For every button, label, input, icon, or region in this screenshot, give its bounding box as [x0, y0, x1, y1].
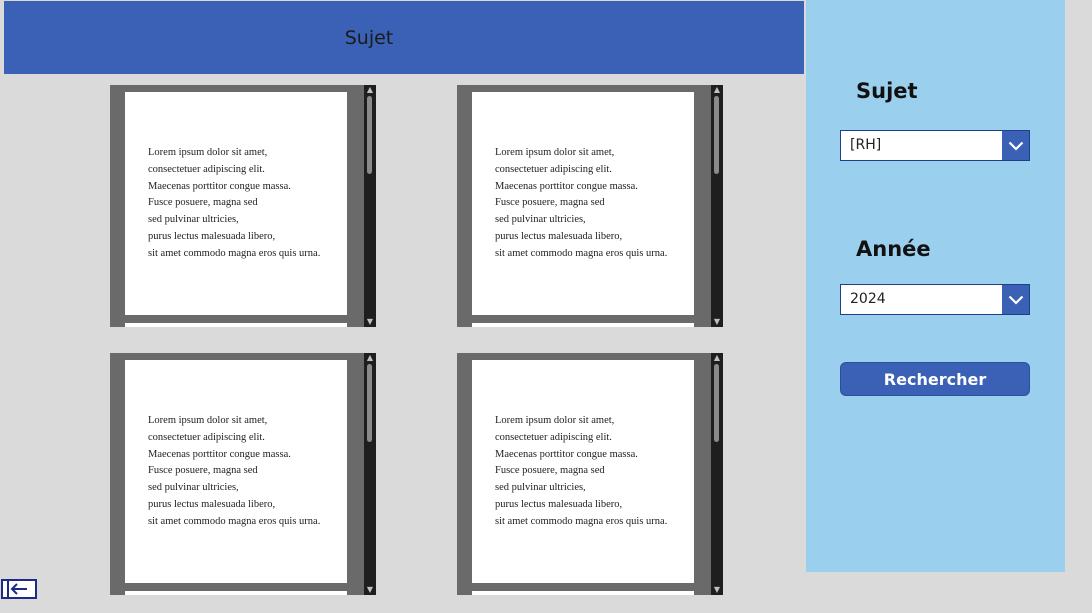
document-text-line: Fusce posuere, magna sed: [148, 197, 258, 209]
back-button[interactable]: [1, 579, 37, 599]
year-label: Année: [856, 237, 931, 261]
chevron-down-icon[interactable]: [1002, 285, 1029, 314]
document-text: Lorem ipsum dolor sit amet, consectetuer…: [148, 145, 320, 263]
document-text-line: consectetuer adipiscing elit.: [495, 431, 612, 443]
scroll-thumb[interactable]: [367, 364, 372, 442]
document-viewer[interactable]: Lorem ipsum dolor sit amet, consectetuer…: [110, 353, 376, 595]
scroll-thumb[interactable]: [714, 96, 719, 174]
document-viewer[interactable]: Lorem ipsum dolor sit amet, consectetuer…: [457, 85, 723, 327]
document-text-line: Maecenas porttitor congue massa.: [148, 448, 291, 460]
document-text-line: Maecenas porttitor congue massa.: [148, 180, 291, 192]
scroll-thumb[interactable]: [367, 96, 372, 174]
vertical-scrollbar[interactable]: ▲ ▼: [364, 85, 376, 327]
document-text: Lorem ipsum dolor sit amet, consectetuer…: [495, 145, 667, 263]
document-text-line: purus lectus malesuada libero,: [148, 498, 276, 510]
document-viewer[interactable]: Lorem ipsum dolor sit amet, consectetuer…: [457, 353, 723, 595]
vertical-scrollbar[interactable]: ▲ ▼: [711, 85, 723, 327]
next-page-edge: [125, 591, 347, 595]
document-text-line: sed pulvinar ultricies,: [495, 214, 586, 226]
document-text-line: Maecenas porttitor congue massa.: [495, 448, 638, 460]
document-text-line: sit amet commodo magna eros quis urna.: [495, 515, 668, 527]
header-title: Sujet: [344, 26, 394, 49]
next-page-edge: [472, 323, 694, 327]
scroll-down-arrow-icon[interactable]: ▼: [364, 317, 376, 327]
document-text-line: sit amet commodo magna eros quis urna.: [148, 515, 321, 527]
header-bar: Sujet: [4, 1, 804, 74]
next-page-edge: [125, 323, 347, 327]
document-page: Lorem ipsum dolor sit amet, consectetuer…: [125, 92, 347, 315]
scroll-down-arrow-icon[interactable]: ▼: [711, 585, 723, 595]
document-text-line: Maecenas porttitor congue massa.: [495, 180, 638, 192]
scroll-thumb[interactable]: [714, 364, 719, 442]
document-page: Lorem ipsum dolor sit amet, consectetuer…: [125, 360, 347, 583]
document-text-line: consectetuer adipiscing elit.: [495, 163, 612, 175]
next-page-edge: [472, 591, 694, 595]
document-text-line: purus lectus malesuada libero,: [495, 498, 623, 510]
filter-panel: Sujet [RH] Année 2024 Rechercher: [806, 0, 1065, 572]
year-dropdown[interactable]: 2024: [840, 284, 1030, 315]
document-text-line: Fusce posuere, magna sed: [148, 465, 258, 477]
document-text-line: Fusce posuere, magna sed: [495, 465, 605, 477]
document-page: Lorem ipsum dolor sit amet, consectetuer…: [472, 360, 694, 583]
document-text-line: sed pulvinar ultricies,: [495, 482, 586, 494]
document-text-line: purus lectus malesuada libero,: [495, 230, 623, 242]
document-text: Lorem ipsum dolor sit amet, consectetuer…: [148, 413, 320, 531]
document-text-line: Lorem ipsum dolor sit amet,: [495, 415, 615, 426]
document-text: Lorem ipsum dolor sit amet, consectetuer…: [495, 413, 667, 531]
document-text-line: Fusce posuere, magna sed: [495, 197, 605, 209]
document-text-line: consectetuer adipiscing elit.: [148, 163, 265, 175]
year-dropdown-value: 2024: [850, 291, 886, 307]
document-text-line: purus lectus malesuada libero,: [148, 230, 276, 242]
document-text-line: Lorem ipsum dolor sit amet,: [148, 415, 268, 426]
document-text-line: sit amet commodo magna eros quis urna.: [495, 247, 668, 259]
document-text-line: Lorem ipsum dolor sit amet,: [148, 147, 268, 158]
vertical-scrollbar[interactable]: ▲ ▼: [364, 353, 376, 595]
document-text-line: sit amet commodo magna eros quis urna.: [148, 247, 321, 259]
subject-dropdown[interactable]: [RH]: [840, 130, 1030, 161]
vertical-scrollbar[interactable]: ▲ ▼: [711, 353, 723, 595]
document-text-line: Lorem ipsum dolor sit amet,: [495, 147, 615, 158]
subject-label: Sujet: [856, 79, 918, 103]
subject-dropdown-value: [RH]: [850, 137, 882, 153]
document-text-line: consectetuer adipiscing elit.: [148, 431, 265, 443]
scroll-up-arrow-icon[interactable]: ▲: [711, 353, 723, 363]
scroll-up-arrow-icon[interactable]: ▲: [364, 85, 376, 95]
scroll-down-arrow-icon[interactable]: ▼: [364, 585, 376, 595]
scroll-up-arrow-icon[interactable]: ▲: [364, 353, 376, 363]
search-button[interactable]: Rechercher: [840, 362, 1030, 396]
document-viewer[interactable]: Lorem ipsum dolor sit amet, consectetuer…: [110, 85, 376, 327]
scroll-up-arrow-icon[interactable]: ▲: [711, 85, 723, 95]
document-page: Lorem ipsum dolor sit amet, consectetuer…: [472, 92, 694, 315]
document-text-line: sed pulvinar ultricies,: [148, 482, 239, 494]
chevron-down-icon[interactable]: [1002, 131, 1029, 160]
document-text-line: sed pulvinar ultricies,: [148, 214, 239, 226]
scroll-down-arrow-icon[interactable]: ▼: [711, 317, 723, 327]
arrow-left-icon: [10, 583, 27, 595]
